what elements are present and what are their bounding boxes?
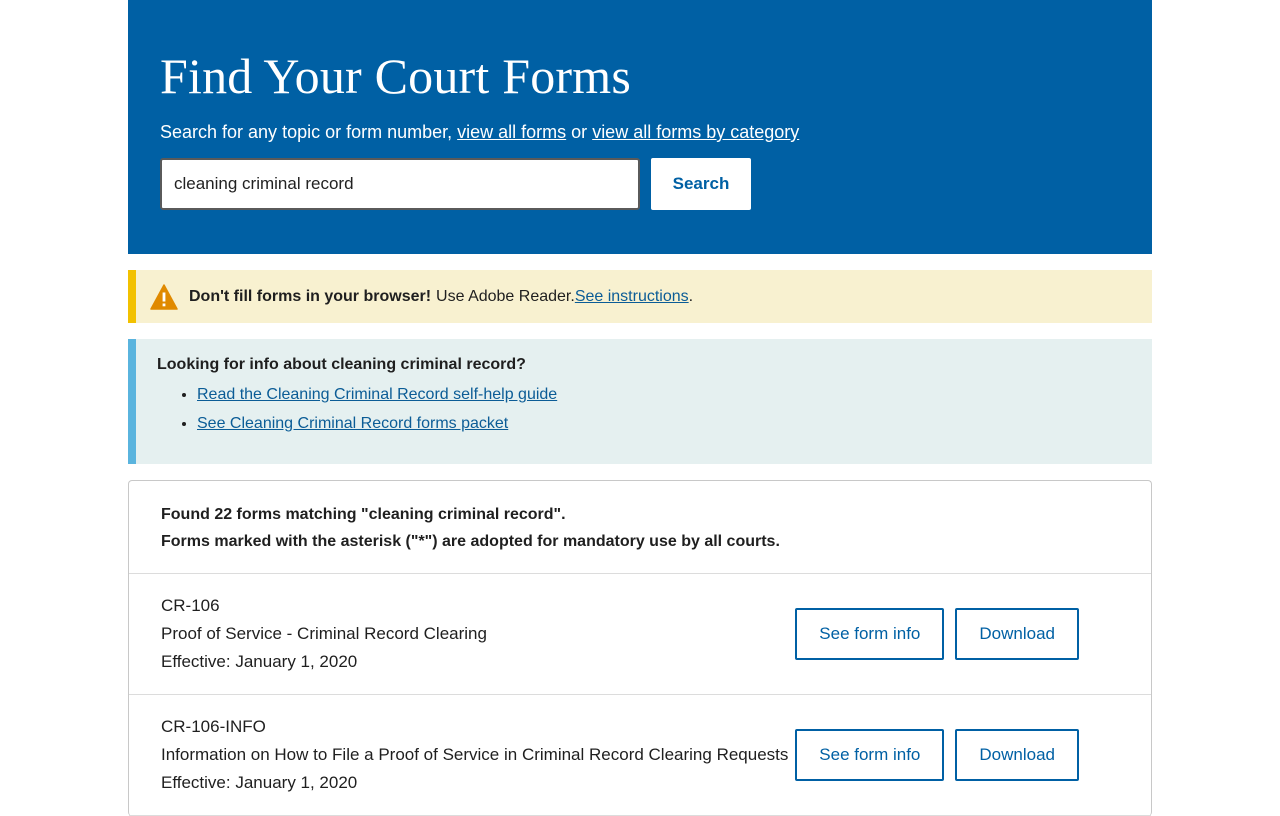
form-title: Information on How to File a Proof of Se…: [161, 745, 789, 764]
form-effective-date: Effective: January 1, 2020: [161, 773, 358, 792]
self-help-guide-link[interactable]: Read the Cleaning Criminal Record self-h…: [197, 386, 557, 403]
results-header: Found 22 forms matching "cleaning crimin…: [129, 481, 1151, 574]
browser-warning-alert: Don't fill forms in your browser! Use Ad…: [128, 270, 1152, 323]
results-panel: Found 22 forms matching "cleaning crimin…: [128, 480, 1152, 816]
see-instructions-link[interactable]: See instructions: [575, 288, 689, 306]
form-code: CR-106: [161, 596, 220, 615]
form-actions: See form info Download: [795, 729, 1079, 781]
alert-end: .: [688, 287, 694, 305]
subtitle-text: Search for any topic or form number,: [160, 122, 458, 142]
page-title: Find Your Court Forms: [160, 48, 631, 104]
see-form-info-button[interactable]: See form info: [795, 608, 945, 660]
view-all-forms-link[interactable]: view all forms: [457, 122, 566, 142]
form-details: CR-106 Proof of Service - Criminal Recor…: [161, 592, 487, 676]
form-actions: See form info Download: [795, 608, 1079, 660]
list-item: Read the Cleaning Criminal Record self-h…: [197, 380, 1152, 409]
warning-icon: [150, 283, 178, 310]
form-title: Proof of Service - Criminal Record Clear…: [161, 624, 487, 643]
search-subtitle: Search for any topic or form number, vie…: [160, 120, 1120, 144]
info-question: Looking for info about cleaning criminal…: [157, 356, 526, 373]
form-effective-date: Effective: January 1, 2020: [161, 652, 358, 671]
page-container: Find Your Court Forms Search for any top…: [128, 0, 1152, 816]
download-button[interactable]: Download: [955, 608, 1079, 660]
view-by-category-link[interactable]: view all forms by category: [592, 122, 799, 142]
search-input[interactable]: [160, 158, 640, 210]
results-summary: Found 22 forms matching "cleaning crimin…: [161, 506, 566, 523]
result-row: CR-106-INFO Information on How to File a…: [129, 695, 1151, 816]
search-hero: Find Your Court Forms Search for any top…: [128, 0, 1152, 254]
form-details: CR-106-INFO Information on How to File a…: [161, 713, 788, 797]
results-note: Forms marked with the asterisk ("*") are…: [161, 533, 780, 550]
result-row: CR-106 Proof of Service - Criminal Recor…: [129, 574, 1151, 695]
form-code: CR-106-INFO: [161, 717, 266, 736]
search-button[interactable]: Search: [651, 158, 751, 210]
or-text: or: [566, 122, 593, 142]
alert-text: Use Adobe Reader.: [436, 287, 575, 305]
list-item: See Cleaning Criminal Record forms packe…: [197, 409, 1152, 438]
info-links-list: Read the Cleaning Criminal Record self-h…: [157, 380, 1152, 438]
download-button[interactable]: Download: [955, 729, 1079, 781]
forms-packet-link[interactable]: See Cleaning Criminal Record forms packe…: [197, 415, 508, 432]
see-form-info-button[interactable]: See form info: [795, 729, 945, 781]
search-row: Search: [160, 158, 1120, 210]
topic-info-box: Looking for info about cleaning criminal…: [128, 339, 1152, 464]
alert-bold-text: Don't fill forms in your browser!: [189, 287, 432, 305]
